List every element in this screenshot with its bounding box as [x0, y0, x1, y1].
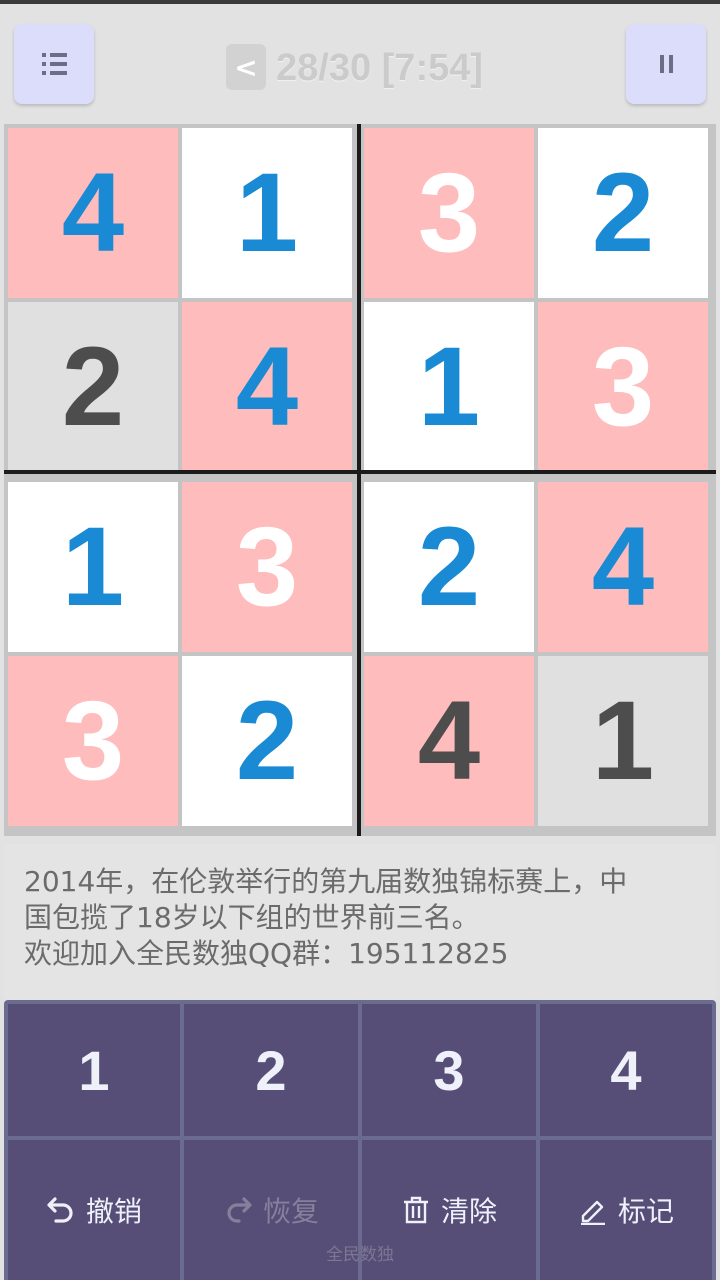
- trash-icon: [403, 1196, 428, 1224]
- tip-panel: 2014年，在伦敦举行的第九届数独锦标赛上，中 国包揽了18岁以下组的世界前三名…: [4, 844, 716, 1000]
- level-progress-timer: 28/30 [7:54]: [276, 47, 484, 89]
- sudoku-cell[interactable]: 4: [364, 656, 534, 826]
- sudoku-cell[interactable]: 3: [8, 656, 178, 826]
- box-divider-vertical: [357, 124, 361, 836]
- number-key-2[interactable]: 2: [184, 1004, 358, 1136]
- tip-text-line: 国包揽了18岁以下组的世界前三名。: [24, 901, 480, 934]
- sudoku-cell[interactable]: 2: [364, 482, 534, 652]
- sudoku-cell[interactable]: 1: [364, 302, 534, 472]
- box-divider-horizontal: [4, 470, 716, 474]
- sudoku-cell[interactable]: 1: [8, 482, 178, 652]
- chevron-left-icon: <: [234, 50, 258, 84]
- tip-text-line: 2014年，在伦敦举行的第九届数独锦标赛上，中: [24, 865, 628, 898]
- sudoku-cell[interactable]: 2: [8, 302, 178, 472]
- pause-button[interactable]: [626, 24, 706, 104]
- number-key-4[interactable]: 4: [540, 1004, 712, 1136]
- sudoku-cell[interactable]: 2: [538, 128, 708, 298]
- sudoku-cell[interactable]: 3: [182, 482, 352, 652]
- number-key-3[interactable]: 3: [362, 1004, 536, 1136]
- sudoku-board: 4132241313243241: [4, 124, 716, 836]
- pencil-icon: [580, 1200, 605, 1225]
- previous-level-button[interactable]: <: [226, 44, 266, 90]
- undo-icon: [47, 1197, 73, 1223]
- menu-icon: [41, 53, 67, 75]
- tip-qq-group: 欢迎加入全民数独QQ群：195112825: [24, 937, 509, 970]
- app-brand: 全民数独: [326, 1245, 394, 1265]
- header: < 28/30 [7:54]: [0, 4, 720, 122]
- sudoku-cell[interactable]: 1: [538, 656, 708, 826]
- sudoku-cell[interactable]: 4: [182, 302, 352, 472]
- sudoku-cell[interactable]: 4: [538, 482, 708, 652]
- sudoku-cell[interactable]: 2: [182, 656, 352, 826]
- keypad: 1 2 3 4 撤销 恢复 清除 标记: [4, 1000, 716, 1280]
- sudoku-cell[interactable]: 4: [8, 128, 178, 298]
- number-key-1[interactable]: 1: [8, 1004, 180, 1136]
- menu-button[interactable]: [14, 24, 94, 104]
- sudoku-cell[interactable]: 3: [364, 128, 534, 298]
- redo-icon: [227, 1197, 252, 1223]
- sudoku-cell[interactable]: 3: [538, 302, 708, 472]
- sudoku-cell[interactable]: 1: [182, 128, 352, 298]
- pause-icon: [659, 55, 673, 73]
